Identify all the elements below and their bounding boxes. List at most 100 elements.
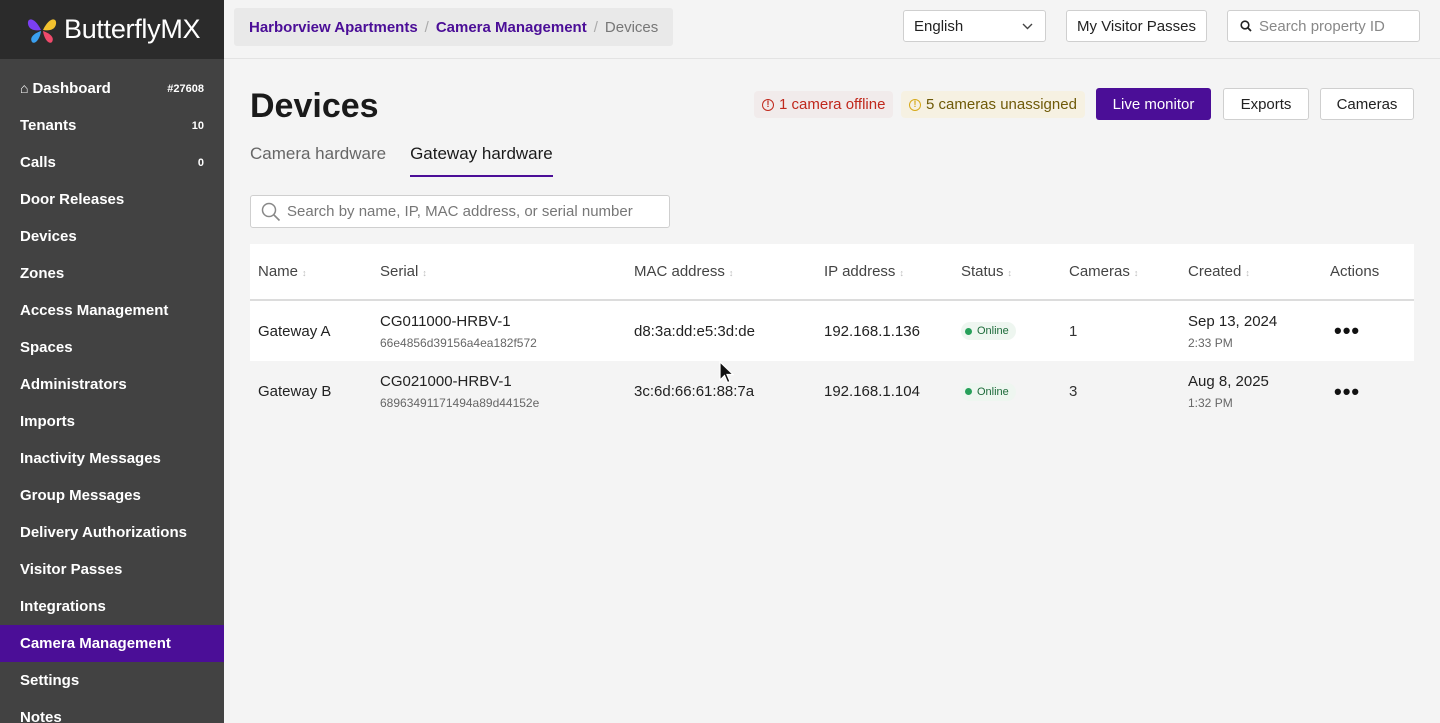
cameras-unassigned-alert[interactable]: ! 5 cameras unassigned [901, 91, 1085, 118]
column-header-name[interactable]: Name ↕ [250, 244, 372, 300]
more-actions-icon[interactable]: ••• [1330, 318, 1360, 343]
sidebar-item-inactivity-messages[interactable]: Inactivity Messages [0, 440, 224, 477]
device-search-input[interactable] [287, 203, 667, 220]
table-row[interactable]: Gateway A CG011000-HRBV-1 66e4856d39156a4… [250, 300, 1414, 361]
camera-offline-alert[interactable]: ! 1 camera offline [754, 91, 894, 118]
gateway-mac: d8:3a:dd:e5:3d:de [634, 322, 755, 340]
sidebar-item-imports[interactable]: Imports [0, 403, 224, 440]
sidebar-item-label: Notes [20, 709, 62, 723]
tab-gateway-hardware[interactable]: Gateway hardware [410, 144, 553, 177]
created-time: 2:33 PM [1188, 335, 1233, 350]
gateway-serial-id: 66e4856d39156a4ea182f572 [380, 335, 537, 350]
sidebar-item-label: Door Releases [20, 191, 125, 208]
table-row[interactable]: Gateway B CG021000-HRBV-1 68963491171494a… [250, 361, 1414, 422]
column-header-serial[interactable]: Serial ↕ [372, 244, 626, 300]
device-search[interactable] [250, 195, 670, 228]
sidebar-item-door-releases[interactable]: Door Releases [0, 181, 224, 218]
property-search[interactable] [1227, 10, 1420, 42]
count-badge: 0 [197, 156, 204, 169]
created-date: Aug 8, 2025 [1188, 373, 1269, 390]
sidebar-item-label: Devices [20, 228, 77, 245]
breadcrumb: Harborview Apartments / Camera Managemen… [234, 8, 674, 46]
sidebar-item-access-management[interactable]: Access Management [0, 292, 224, 329]
sidebar-item-integrations[interactable]: Integrations [0, 588, 224, 625]
logo-text: ButterflyMX [64, 14, 201, 44]
sidebar-item-label: Dashboard [32, 80, 111, 97]
top-header: Harborview Apartments / Camera Managemen… [224, 0, 1440, 59]
sort-icon: ↕ [1007, 268, 1013, 278]
gateway-name: Gateway A [258, 322, 331, 340]
sort-icon: ↕ [302, 268, 307, 278]
sidebar-item-spaces[interactable]: Spaces [0, 329, 224, 366]
sidebar-item-label: Calls [20, 154, 56, 171]
sort-icon: ↕ [899, 268, 904, 278]
breadcrumb-property-link[interactable]: Harborview Apartments [249, 19, 418, 36]
device-tabs: Camera hardware Gateway hardware [250, 144, 577, 177]
gateway-camera-count: 3 [1069, 383, 1078, 400]
sidebar-item-label: Spaces [20, 339, 73, 356]
sidebar-item-label: Inactivity Messages [20, 450, 161, 467]
column-header-ip-address[interactable]: IP address ↕ [816, 244, 953, 300]
sidebar-item-visitor-passes[interactable]: Visitor Passes [0, 551, 224, 588]
property-search-input[interactable] [1259, 17, 1409, 35]
chevron-down-icon [1022, 23, 1033, 29]
sort-icon: ↕ [728, 268, 734, 278]
tab-camera-hardware[interactable]: Camera hardware [250, 144, 386, 177]
sidebar-item-settings[interactable]: Settings [0, 662, 224, 699]
sidebar-item-label: Camera Management [20, 635, 171, 652]
gateway-ip: 192.168.1.104 [824, 383, 920, 400]
gateway-serial: CG021000-HRBV-1 [380, 373, 512, 390]
sidebar: ButterflyMX ⌂ Dashboard #27608 Tenants 10… [0, 0, 224, 723]
column-header-actions: Actions [1330, 263, 1380, 280]
breadcrumb-camera-management-link[interactable]: Camera Management [436, 19, 587, 36]
language-select[interactable]: English [903, 10, 1046, 42]
sidebar-item-label: Zones [20, 265, 65, 282]
exports-button[interactable]: Exports [1223, 88, 1309, 120]
warning-circle-icon: ! [909, 98, 921, 111]
sort-icon: ↕ [1133, 268, 1139, 278]
more-actions-icon[interactable]: ••• [1330, 379, 1360, 404]
sidebar-item-administrators[interactable]: Administrators [0, 366, 224, 403]
sidebar-item-label: Delivery Authorizations [20, 524, 187, 541]
column-header-status[interactable]: Status ↕ [953, 244, 1061, 300]
sidebar-item-group-messages[interactable]: Group Messages [0, 477, 224, 514]
gateway-name: Gateway B [258, 383, 332, 400]
my-visitor-passes-button[interactable]: My Visitor Passes [1066, 10, 1207, 42]
live-monitor-button[interactable]: Live monitor [1096, 88, 1211, 120]
online-dot-icon [965, 327, 972, 335]
sidebar-nav: ⌂ Dashboard #27608 Tenants 10 Calls 0 Doo… [0, 59, 224, 723]
sidebar-item-delivery-authorizations[interactable]: Delivery Authorizations [0, 514, 224, 551]
search-icon [261, 202, 281, 221]
butterfly-logo-icon [27, 18, 57, 43]
sidebar-item-notes[interactable]: Notes [0, 699, 224, 723]
cameras-button[interactable]: Cameras [1320, 88, 1414, 120]
camera-offline-text: 1 camera offline [779, 96, 886, 113]
breadcrumb-separator: / [424, 18, 429, 36]
gateway-camera-count: 1 [1069, 322, 1078, 340]
count-badge: 10 [191, 119, 204, 132]
mouse-cursor-icon [719, 361, 735, 384]
language-select-value: English [914, 17, 964, 35]
sidebar-item-label: Tenants [20, 117, 77, 134]
page-title: Devices [250, 87, 379, 125]
sidebar-item-tenants[interactable]: Tenants 10 [0, 107, 224, 144]
logo[interactable]: ButterflyMX [0, 0, 224, 59]
sidebar-item-label: Visitor Passes [20, 561, 123, 578]
sidebar-item-calls[interactable]: Calls 0 [0, 144, 224, 181]
sort-icon: ↕ [1245, 268, 1250, 278]
sidebar-item-label: Access Management [20, 302, 169, 319]
sidebar-item-camera-management[interactable]: Camera Management [0, 625, 224, 662]
column-header-mac-address[interactable]: MAC address ↕ [626, 244, 816, 300]
sidebar-item-label: Imports [20, 413, 76, 430]
status-badge: Online [961, 382, 1016, 401]
sidebar-item-zones[interactable]: Zones [0, 255, 224, 292]
column-header-cameras[interactable]: Cameras ↕ [1061, 244, 1180, 300]
breadcrumb-current: Devices [604, 18, 659, 36]
sidebar-item-devices[interactable]: Devices [0, 218, 224, 255]
breadcrumb-separator: / [593, 18, 598, 36]
sidebar-item-dashboard[interactable]: ⌂ Dashboard #27608 [0, 70, 224, 107]
gateway-serial-id: 68963491171494a89d44152e [380, 396, 540, 410]
column-header-created[interactable]: Created ↕ [1180, 244, 1322, 300]
sort-icon: ↕ [422, 268, 427, 278]
gateway-ip: 192.168.1.136 [824, 322, 920, 340]
